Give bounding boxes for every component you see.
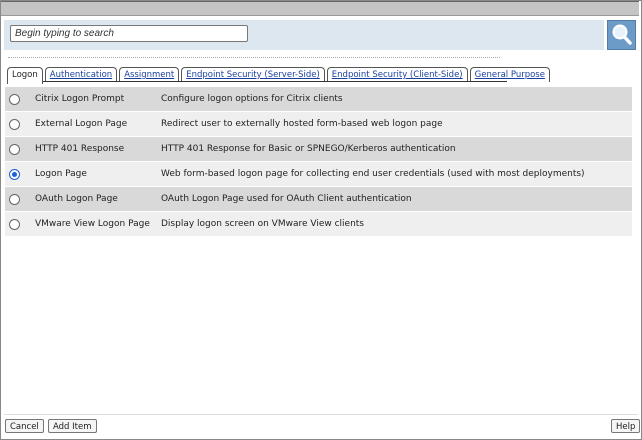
add-item-button[interactable]: Add Item <box>48 419 97 433</box>
items-table: Citrix Logon Prompt Configure logon optio… <box>5 87 632 237</box>
table-row[interactable]: Citrix Logon Prompt Configure logon optio… <box>5 87 632 112</box>
radio-button[interactable] <box>9 193 20 205</box>
search-input[interactable]: Begin typing to search <box>10 25 248 42</box>
radio-button[interactable] <box>9 218 20 230</box>
table-row[interactable]: VMware View Logon Page Display logon scre… <box>5 212 632 237</box>
table-row[interactable]: OAuth Logon Page OAuth Logon Page used fo… <box>5 187 632 212</box>
tab-general-purpose[interactable]: General Purpose <box>469 67 550 82</box>
table-row[interactable]: HTTP 401 Response HTTP 401 Response for B… <box>5 137 632 162</box>
tab-endpoint-server[interactable]: Endpoint Security (Server-Side) <box>181 67 325 82</box>
item-description: HTTP 401 Response for Basic or SPNEGO/Ke… <box>161 144 456 154</box>
help-button[interactable]: Help <box>611 419 641 433</box>
table-row[interactable]: Logon Page Web form-based logon page for … <box>5 162 632 187</box>
title-bar <box>1 1 639 16</box>
tab-logon[interactable]: Logon <box>7 67 43 84</box>
item-name: VMware View Logon Page <box>35 219 150 229</box>
item-name: Citrix Logon Prompt <box>35 94 125 104</box>
item-name: OAuth Logon Page <box>35 194 118 204</box>
item-description: Configure logon options for Citrix clien… <box>161 94 343 104</box>
magnifier-icon <box>612 24 632 45</box>
item-description: Web form-based logon page for collecting… <box>161 169 585 179</box>
cancel-button[interactable]: Cancel <box>5 419 44 433</box>
item-description: OAuth Logon Page used for OAuth Client a… <box>161 194 412 204</box>
tab-endpoint-client[interactable]: Endpoint Security (Client-Side) <box>326 67 468 82</box>
item-name: HTTP 401 Response <box>35 144 125 154</box>
tab-bar: Logon Authentication Assignment Endpoint… <box>7 67 550 84</box>
search-button[interactable] <box>607 20 636 50</box>
radio-button[interactable] <box>9 143 20 155</box>
radio-button[interactable] <box>9 93 20 105</box>
tab-assignment[interactable]: Assignment <box>119 67 180 82</box>
tab-authentication[interactable]: Authentication <box>44 67 118 82</box>
item-name: Logon Page <box>35 169 87 179</box>
item-name: External Logon Page <box>35 119 128 129</box>
radio-button[interactable] <box>9 118 20 130</box>
footer-divider <box>4 414 638 415</box>
tab-underline <box>7 81 507 82</box>
divider <box>8 57 500 58</box>
table-row[interactable]: External Logon Page Redirect user to exte… <box>5 112 632 137</box>
radio-button-selected[interactable] <box>9 168 20 180</box>
item-description: Display logon screen on VMware View clie… <box>161 219 365 229</box>
item-description: Redirect user to externally hosted form-… <box>161 119 443 129</box>
